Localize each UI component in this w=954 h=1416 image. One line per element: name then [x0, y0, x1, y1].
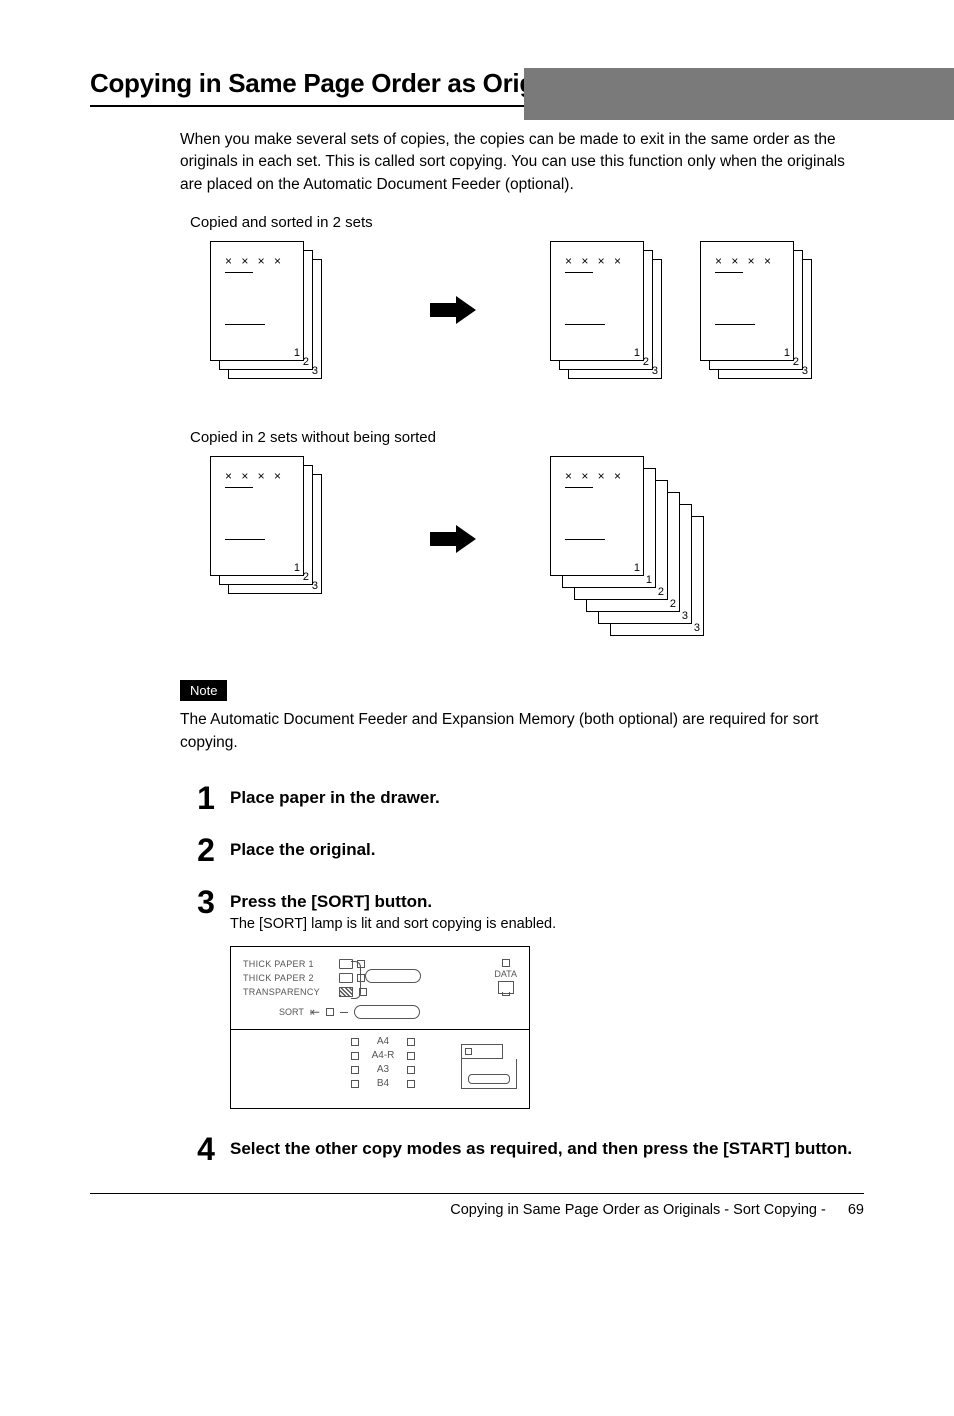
printer-icon — [498, 981, 514, 994]
media-select-button — [365, 969, 421, 983]
sorted-input-stack: 3 2 × × × × 1 — [210, 241, 340, 391]
indicator-icon — [502, 959, 510, 967]
step-title: Place the original. — [230, 840, 864, 860]
step-number: 3 — [196, 886, 216, 918]
note-text: The Automatic Document Feeder and Expans… — [180, 709, 864, 754]
sorted-output-stack-1: 3 2 × × × × 1 — [550, 241, 680, 391]
unsorted-input-stack: 3 2 × × × × 1 — [210, 456, 340, 606]
sort-button — [354, 1005, 420, 1019]
control-panel-illustration: THICK PAPER 1 THICK PAPER 2 TRANSPARENCY… — [230, 946, 530, 1109]
panel-data-label: DATA — [494, 969, 517, 979]
diagram1-caption: Copied and sorted in 2 sets — [190, 214, 864, 231]
step-description: The [SORT] lamp is lit and sort copying … — [230, 916, 864, 932]
bracket-icon — [351, 961, 361, 999]
panel-sort-label: SORT — [279, 1007, 304, 1017]
chapter-tab — [524, 68, 954, 120]
sort-icon: ⇤ — [310, 1005, 320, 1019]
note-badge: Note — [180, 680, 227, 701]
step-2: 2 Place the original. — [196, 834, 864, 866]
panel-thickpaper1-label: THICK PAPER 1 — [243, 959, 333, 969]
paper-size-list: A4 A4-R A3 B4 — [351, 1036, 415, 1092]
step-title: Select the other copy modes as required,… — [230, 1139, 864, 1159]
sorted-output-stack-2: 3 2 × × × × 1 — [700, 241, 830, 391]
size-a4: A4 — [367, 1036, 399, 1047]
indicator-icon — [407, 1080, 415, 1088]
step-3: 3 Press the [SORT] button. The [SORT] la… — [196, 886, 864, 1109]
indicator-icon — [407, 1066, 415, 1074]
printer-tray-icon — [461, 1044, 517, 1089]
panel-thickpaper2-label: THICK PAPER 2 — [243, 973, 333, 983]
page-footer: Copying in Same Page Order as Originals … — [90, 1194, 864, 1218]
indicator-icon — [407, 1038, 415, 1046]
size-a4r: A4-R — [367, 1050, 399, 1061]
indicator-icon — [407, 1052, 415, 1060]
indicator-icon — [351, 1038, 359, 1046]
diagram2-caption: Copied in 2 sets without being sorted — [190, 429, 864, 446]
indicator-icon — [326, 1008, 334, 1016]
step-title: Place paper in the drawer. — [230, 788, 864, 808]
step-number: 2 — [196, 834, 216, 866]
footer-page-number: 69 — [848, 1202, 864, 1218]
step-1: 1 Place paper in the drawer. — [196, 782, 864, 814]
unsorted-output-stack: 3 3 2 2 1 × × × × 1 — [550, 456, 680, 656]
size-b4: B4 — [367, 1078, 399, 1089]
diagram-unsorted: 3 2 × × × × 1 3 3 2 2 1 × × × × 1 — [210, 456, 864, 666]
intro-paragraph: When you make several sets of copies, th… — [180, 129, 864, 196]
size-a3: A3 — [367, 1064, 399, 1075]
step-title: Press the [SORT] button. — [230, 892, 864, 912]
indicator-icon — [465, 1048, 472, 1055]
panel-transparency-label: TRANSPARENCY — [243, 987, 333, 997]
footer-title: Copying in Same Page Order as Originals … — [450, 1202, 826, 1218]
steps-list: 1 Place paper in the drawer. 2 Place the… — [196, 782, 864, 1165]
diagram-sorted: 3 2 × × × × 1 3 2 × × × × 1 3 2 — [210, 241, 864, 411]
step-4: 4 Select the other copy modes as require… — [196, 1133, 864, 1165]
step-number: 4 — [196, 1133, 216, 1165]
step-number: 1 — [196, 782, 216, 814]
indicator-icon — [351, 1080, 359, 1088]
indicator-icon — [351, 1052, 359, 1060]
indicator-icon — [351, 1066, 359, 1074]
